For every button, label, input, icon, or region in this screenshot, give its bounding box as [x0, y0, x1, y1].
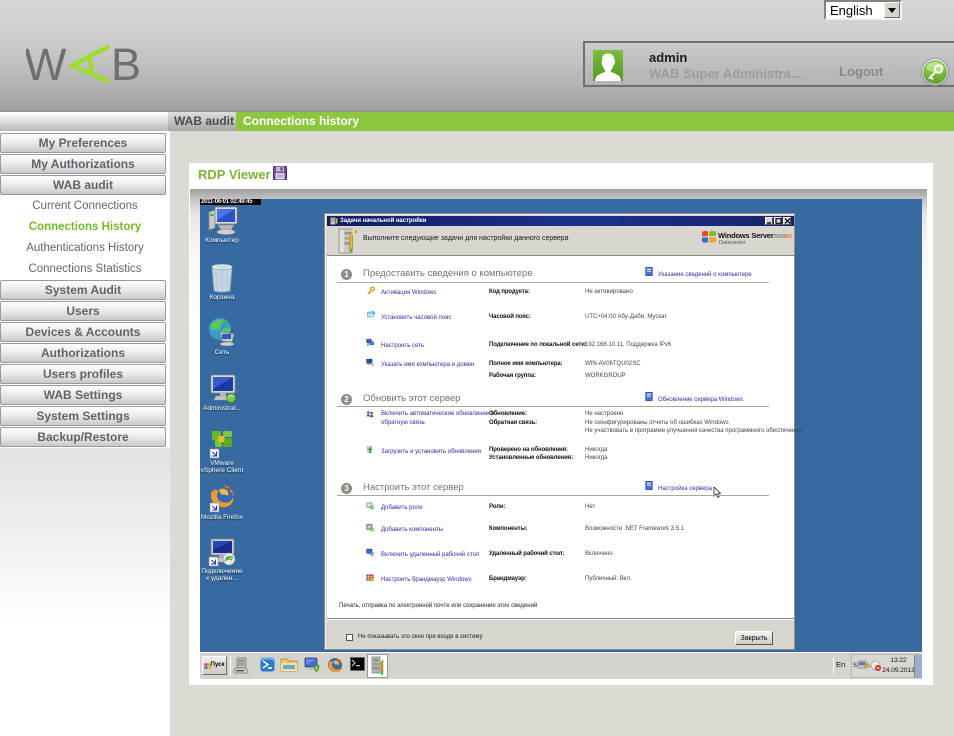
svg-text:B: B	[111, 40, 141, 86]
svg-text:W: W	[26, 40, 67, 86]
